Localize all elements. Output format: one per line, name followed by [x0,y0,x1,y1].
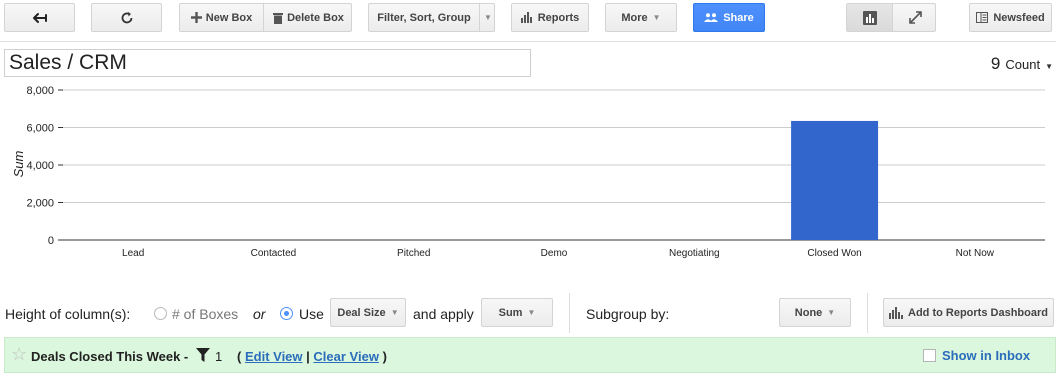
close-paren: ) [382,349,387,364]
filter-count: 1 [215,349,223,364]
share-button[interactable]: Share [693,3,765,32]
people-icon [704,13,719,22]
pipeline-title-input[interactable] [4,49,531,77]
caret-down-icon: ▼ [827,308,836,317]
reports-button[interactable]: Reports [511,3,589,32]
subgroup-select-value: None [794,306,823,319]
newsfeed-button[interactable]: Newsfeed [969,3,1052,32]
x-tick-label: Lead [122,248,144,259]
x-axis-ticks: Lead Contacted Pitched Demo Negotiating Close… [122,248,995,259]
edit-view-link[interactable]: Edit View [245,349,303,364]
delete-box-label: Delete Box [287,11,344,24]
y-tick-label: 8,000 [26,85,54,97]
use-option-label: Use [299,306,324,322]
field-select-value: Deal Size [337,306,386,319]
filter-icon [196,348,210,362]
clear-view-link[interactable]: Clear View [313,349,379,364]
more-button[interactable]: More ▼ [605,3,677,32]
plus-icon [190,12,202,23]
count-label: Count [1005,57,1041,72]
toolbar: New Box Delete Box Filter, Sort, Group ▼… [0,0,1056,42]
subgroup-label: Subgroup by: [586,306,670,322]
aggregation-select-value: Sum [498,306,523,319]
bar-chart-icon [520,12,532,23]
add-to-dashboard-label: Add to Reports Dashboard [908,306,1048,319]
chart-bars [791,120,879,240]
new-box-label: New Box [205,11,253,24]
y-axis-label: Sum [11,150,26,177]
arrow-left-icon [32,12,47,23]
x-tick-label: Contacted [251,248,297,259]
caret-down-icon: ▼ [527,308,536,317]
view-name: Deals Closed This Week - [31,349,189,364]
height-label: Height of column(s): [5,306,131,322]
filter-sort-group-button[interactable]: Filter, Sort, Group [369,4,479,31]
caret-down-icon: ▼ [484,13,492,22]
expand-icon [908,11,922,24]
share-label: Share [723,11,754,24]
star-icon[interactable]: ☆ [11,345,27,363]
x-tick-label: Negotiating [669,248,720,259]
x-tick-label: Pitched [397,248,430,259]
field-select[interactable]: Deal Size ▼ [330,298,406,327]
caret-down-icon: ▼ [1045,62,1053,71]
y-axis-ticks: 0 2,000 4,000 6,000 8,000 [26,85,54,247]
y-tick-label: 2,000 [26,198,54,210]
divider [867,293,868,333]
show-in-inbox-checkbox[interactable] [923,349,936,362]
or-text: or [253,306,266,322]
link-separator: | [306,349,310,364]
boxes-radio[interactable] [154,307,167,320]
x-tick-label: Not Now [956,248,995,259]
filter-sort-group-label: Filter, Sort, Group [377,11,471,24]
filter-sort-group-control: Filter, Sort, Group ▼ [368,3,495,32]
x-tick-label: Demo [541,248,568,259]
new-box-button[interactable]: New Box [180,4,263,31]
divider [569,293,570,333]
expand-button[interactable] [893,4,937,31]
caret-down-icon: ▼ [390,308,399,317]
chart-view-button[interactable] [847,4,892,31]
newsfeed-label: Newsfeed [993,11,1045,24]
newsfeed-icon [976,12,989,23]
boxes-option-label: # of Boxes [172,306,239,322]
bar-chart-icon [862,10,877,25]
refresh-icon [121,11,132,23]
aggregation-select[interactable]: Sum ▼ [481,298,553,327]
bar-chart-icon [889,306,904,319]
view-links: ( Edit View | Clear View ) [237,349,387,364]
saved-view-bar: ☆ Deals Closed This Week - 1 ( Edit View… [4,337,1056,373]
use-field-radio[interactable] [280,307,293,320]
count-value: 9 [990,54,1001,73]
back-button[interactable] [4,3,75,32]
subgroup-select[interactable]: None ▼ [779,298,851,327]
show-in-inbox-toggle[interactable]: Show in Inbox [923,348,1030,363]
chart-grid [58,89,1045,241]
y-tick-label: 0 [48,235,54,247]
box-actions-group: New Box Delete Box [179,3,352,32]
y-tick-label: 6,000 [26,123,54,135]
bar-closed-won[interactable] [791,120,879,240]
filter-dropdown-button[interactable]: ▼ [480,4,496,31]
chart-controls: Height of column(s): # of Boxes or Use D… [0,292,1056,335]
trash-icon [273,12,284,24]
bar-chart: 0 2,000 4,000 6,000 8,000 Lead Contacted Pitch… [11,85,1045,259]
show-in-inbox-label: Show in Inbox [942,348,1031,363]
view-mode-group [846,3,936,32]
caret-down-icon: ▼ [652,13,661,22]
delete-box-button[interactable]: Delete Box [264,4,353,31]
x-tick-label: Closed Won [807,248,861,259]
reports-label: Reports [537,11,580,24]
open-paren: ( [237,349,242,364]
count-selector[interactable]: 9 Count ▼ [991,54,1053,74]
add-to-dashboard-button[interactable]: Add to Reports Dashboard [883,298,1054,327]
more-label: More [621,11,648,24]
apply-text: and apply [413,306,474,322]
y-tick-label: 4,000 [26,160,54,172]
refresh-button[interactable] [91,3,162,32]
